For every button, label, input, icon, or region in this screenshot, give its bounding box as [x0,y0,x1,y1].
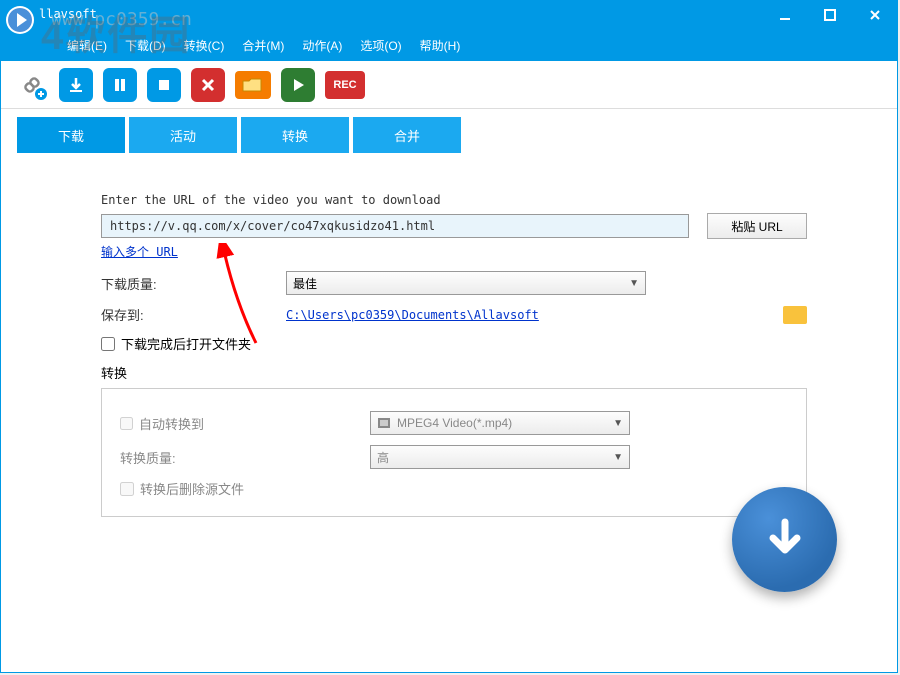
auto-convert-row: 自动转换到 MPEG4 Video(*.mp4) ▼ [120,411,788,435]
convert-header: 转换 [101,359,807,386]
convert-quality-value: 高 [377,449,389,466]
multi-url-link[interactable]: 输入多个 URL [101,245,178,259]
auto-convert-label: 自动转换到 [139,414,204,433]
convert-format-select[interactable]: MPEG4 Video(*.mp4) ▼ [370,411,630,435]
browse-folder-icon[interactable] [783,306,807,324]
menu-download[interactable]: 下载(D) [117,33,174,58]
pause-icon[interactable] [103,68,137,102]
auto-convert-checkbox[interactable] [120,417,133,430]
menu-help[interactable]: 帮助(H) [412,33,469,58]
play-icon[interactable] [281,68,315,102]
saveto-path-link[interactable]: C:\Users\pc0359\Documents\Allavsoft [286,308,775,322]
toolbar: REC [1,61,897,109]
app-window: llavsoft 4软件园 www.pc0359.cn 编辑(E) 下载(D) … [0,0,898,673]
tab-merge[interactable]: 合并 [353,117,461,153]
menu-edit[interactable]: 编辑(E) [59,33,115,58]
url-prompt-label: Enter the URL of the video you want to d… [101,193,807,207]
convert-quality-label: 转换质量: [120,448,370,467]
content-panel: Enter the URL of the video you want to d… [1,153,897,672]
quality-select[interactable]: 最佳 ▼ [286,271,646,295]
quality-row: 下载质量: 最佳 ▼ [101,271,807,295]
url-input[interactable] [101,214,689,238]
convert-quality-select[interactable]: 高 ▼ [370,445,630,469]
stop-icon[interactable] [147,68,181,102]
saveto-row: 保存到: C:\Users\pc0359\Documents\Allavsoft [101,305,807,324]
delete-source-row: 转换后删除源文件 [120,479,788,498]
convert-section: 转换 自动转换到 MPEG4 Video(*.mp4) ▼ [101,359,807,517]
open-after-label: 下载完成后打开文件夹 [121,334,251,353]
delete-source-label: 转换后删除源文件 [140,479,244,498]
app-logo-icon [5,5,35,35]
big-download-button[interactable] [732,487,837,592]
tab-activity[interactable]: 活动 [129,117,237,153]
tabs-row: 下载 活动 转换 合并 [1,109,897,153]
chevron-down-icon: ▼ [613,418,623,429]
video-format-icon [377,416,391,430]
folder-toolbar-icon[interactable] [235,71,271,99]
download-toolbar-icon[interactable] [59,68,93,102]
convert-format-value: MPEG4 Video(*.mp4) [397,416,512,430]
maximize-button[interactable] [807,1,852,29]
url-row: 粘贴 URL [101,213,807,239]
link-icon[interactable] [15,68,49,102]
paste-url-button[interactable]: 粘贴 URL [707,213,807,239]
minimize-button[interactable] [762,1,807,29]
window-controls [762,1,897,29]
record-button[interactable]: REC [325,71,365,99]
titlebar: llavsoft 4软件园 www.pc0359.cn 编辑(E) 下载(D) … [1,1,897,61]
tab-convert[interactable]: 转换 [241,117,349,153]
close-button[interactable] [852,1,897,29]
saveto-label: 保存到: [101,305,286,324]
open-after-row: 下载完成后打开文件夹 [101,334,807,353]
delete-source-checkbox[interactable] [120,482,134,496]
chevron-down-icon: ▼ [629,278,639,289]
convert-box: 自动转换到 MPEG4 Video(*.mp4) ▼ 转换质量: 高 ▼ [101,388,807,517]
convert-quality-row: 转换质量: 高 ▼ [120,445,788,469]
tab-download[interactable]: 下载 [17,117,125,153]
open-after-checkbox[interactable] [101,337,115,351]
quality-value: 最佳 [293,275,317,292]
menu-merge[interactable]: 合并(M) [234,33,292,58]
menu-options[interactable]: 选项(O) [352,33,409,58]
menu-action[interactable]: 动作(A) [294,33,350,58]
quality-label: 下载质量: [101,274,286,293]
menu-convert[interactable]: 转换(C) [176,33,233,58]
chevron-down-icon: ▼ [613,452,623,463]
delete-icon[interactable] [191,68,225,102]
menubar: 编辑(E) 下载(D) 转换(C) 合并(M) 动作(A) 选项(O) 帮助(H… [59,33,468,58]
